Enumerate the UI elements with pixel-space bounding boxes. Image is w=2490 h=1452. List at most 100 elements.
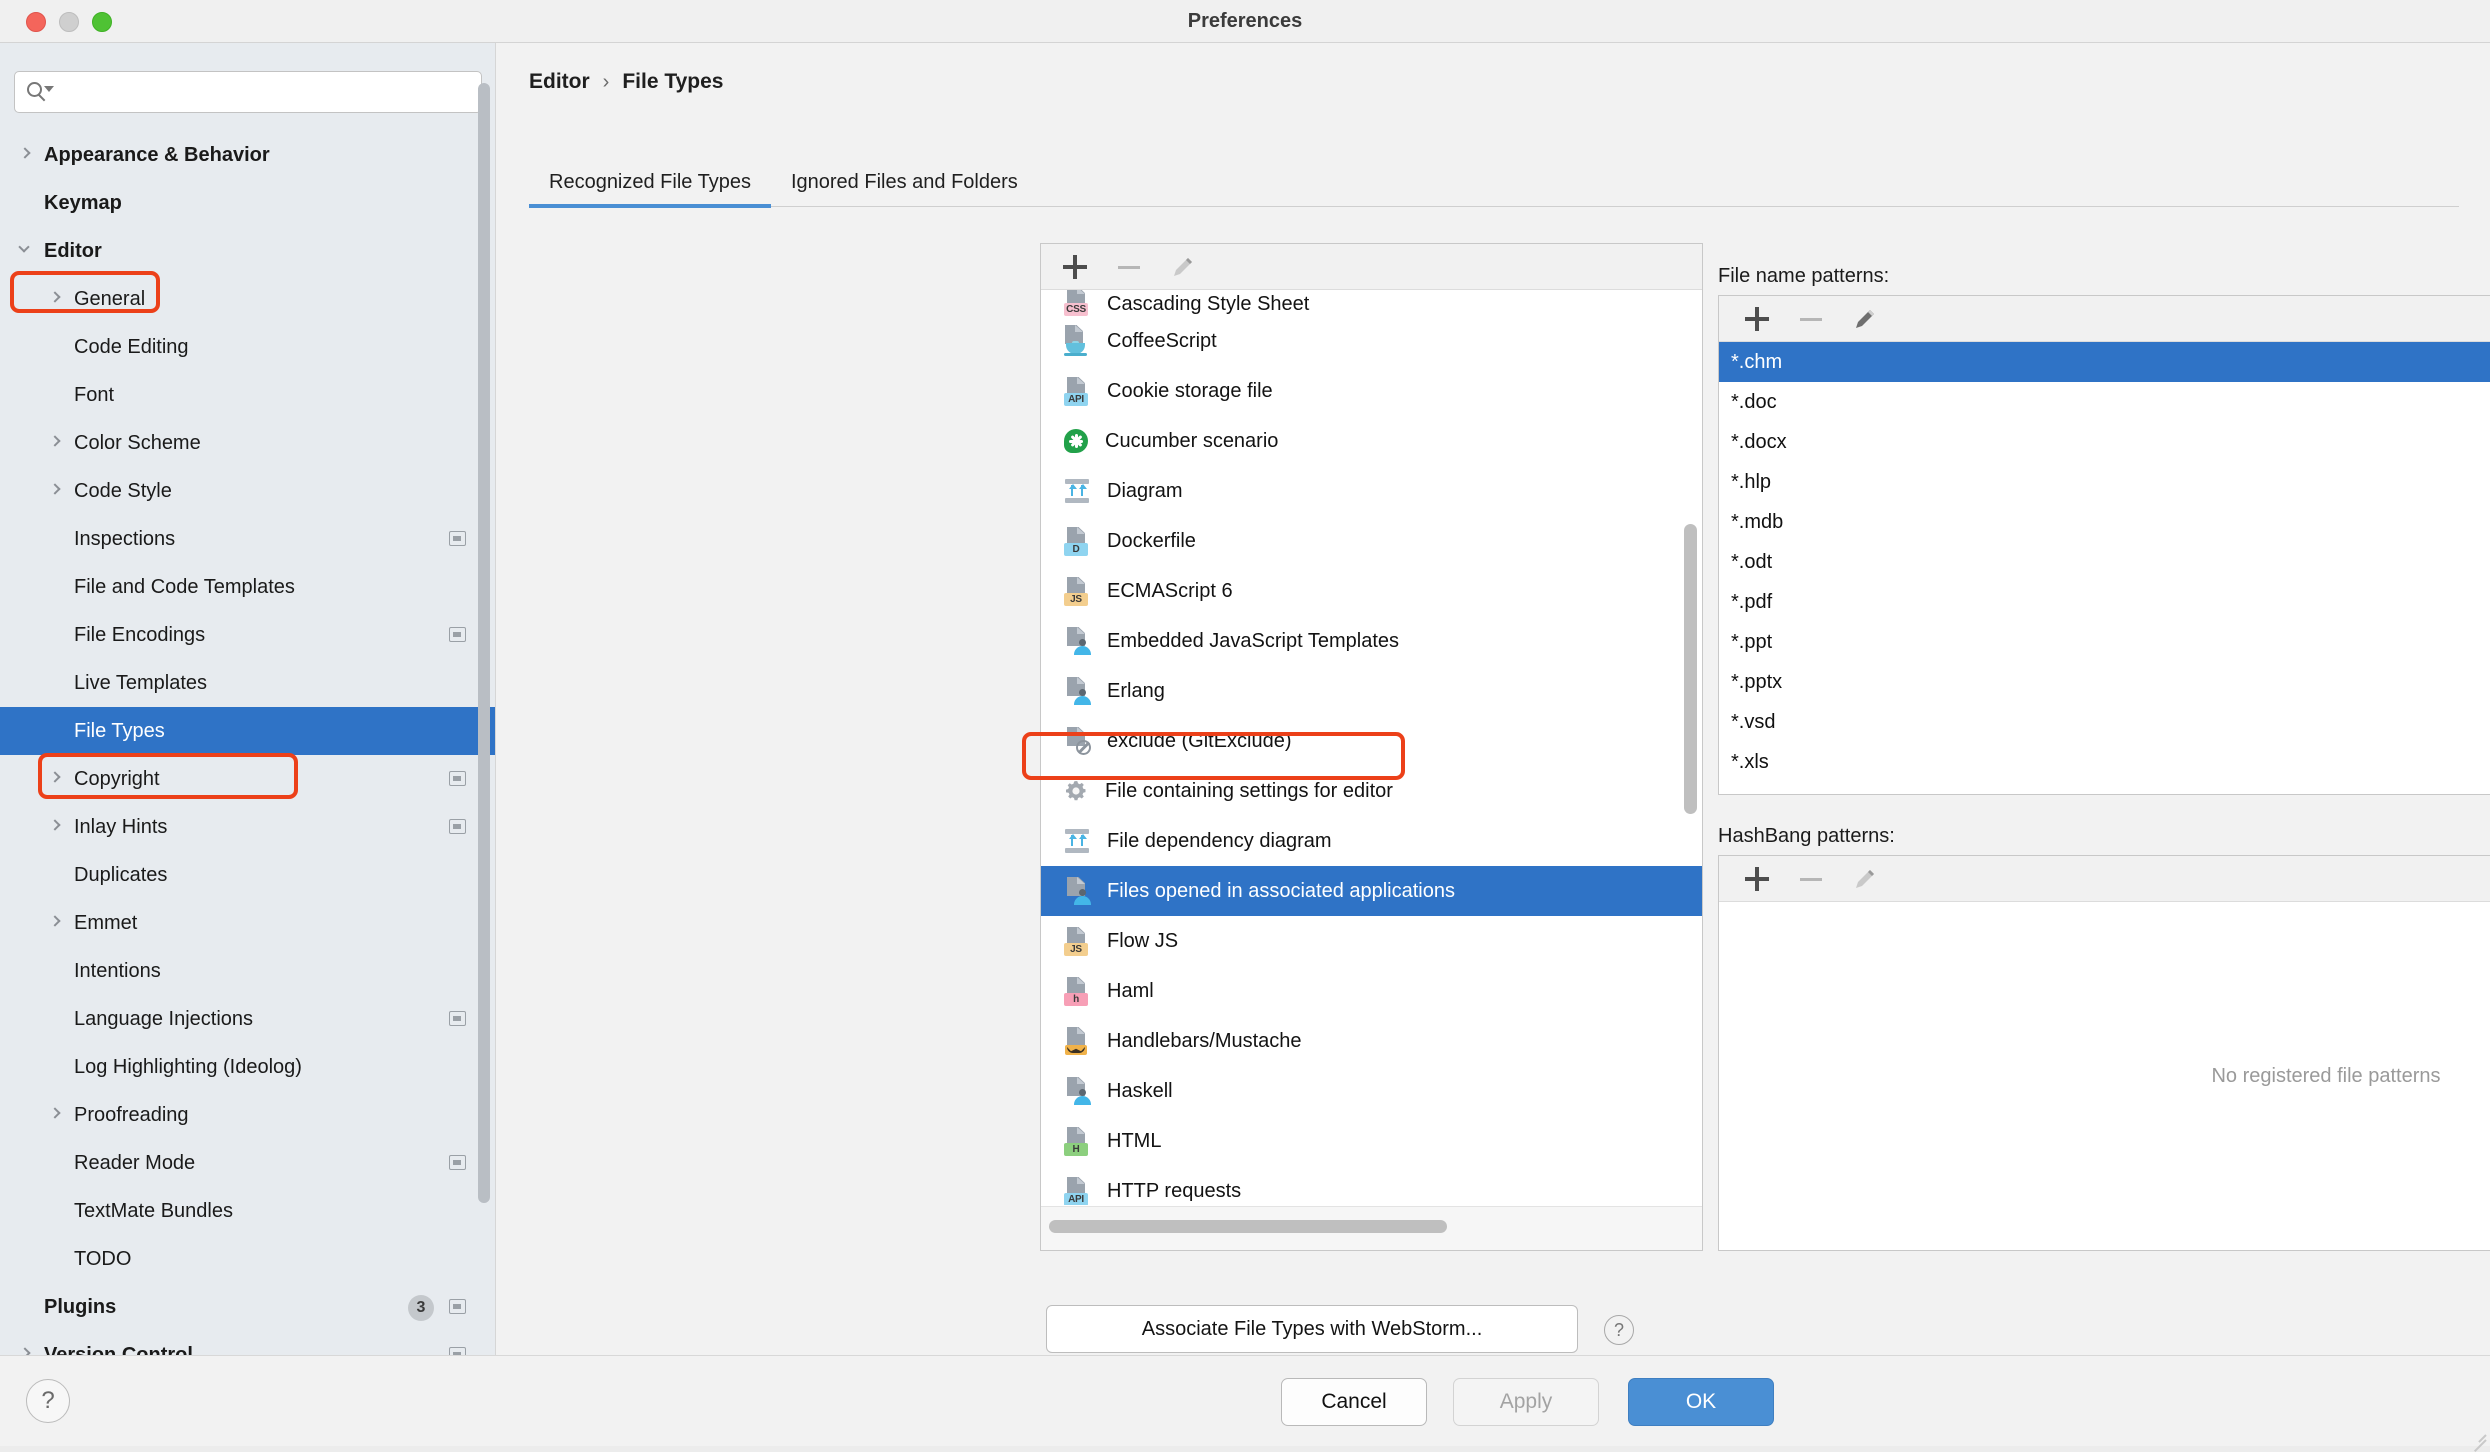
plus-icon[interactable] [1743,305,1771,333]
sidebar-item-textmate-bundles[interactable]: TextMate Bundles [0,1187,495,1235]
plus-icon[interactable] [1061,253,1089,281]
file-type-row[interactable]: API Cookie storage file [1041,366,1702,416]
project-scope-icon [449,1155,466,1170]
file-types-list[interactable]: CSS Cascading Style Sheet CoffeeScript API C… [1041,290,1702,1205]
minus-icon[interactable] [1797,865,1825,893]
sidebar-item-log-highlighting-ideolog[interactable]: Log Highlighting (Ideolog) [0,1043,495,1091]
search-icon [27,82,54,102]
sidebar-item-color-scheme[interactable]: Color Scheme [0,419,495,467]
sidebar-item-appearance-behavior[interactable]: Appearance & Behavior [0,131,495,179]
file-type-row[interactable]: h Haml [1041,966,1702,1016]
file-name-pattern-item[interactable]: *.doc [1719,382,2490,422]
sidebar-item-file-and-code-templates[interactable]: File and Code Templates [0,563,495,611]
chevron-right-icon[interactable] [48,914,66,932]
sidebar-item-proofreading[interactable]: Proofreading [0,1091,495,1139]
tab-ignored-files-and-folders[interactable]: Ignored Files and Folders [771,163,1038,207]
sidebar-item-keymap[interactable]: Keymap [0,179,495,227]
sidebar-item-code-editing[interactable]: Code Editing [0,323,495,371]
sidebar-item-font[interactable]: Font [0,371,495,419]
sidebar-item-file-types[interactable]: File Types [0,707,495,755]
sidebar-item-inlay-hints[interactable]: Inlay Hints [0,803,495,851]
chevron-right-icon[interactable] [48,290,66,308]
file-name-pattern-item[interactable]: *.ppt [1719,622,2490,662]
chevron-down-icon[interactable] [18,241,36,260]
file-type-row[interactable]: File dependency diagram [1041,816,1702,866]
cancel-button[interactable]: Cancel [1281,1378,1427,1426]
chevron-right-icon[interactable] [48,770,66,788]
sidebar-scrollbar-thumb[interactable] [478,83,490,1203]
file-type-row[interactable]: API HTTP requests [1041,1166,1702,1205]
file-name-pattern-item[interactable]: *.vsd [1719,702,2490,742]
file-type-row[interactable]: exclude (GitExclude) [1041,716,1702,766]
file-name-pattern-item[interactable]: *.pdf [1719,582,2490,622]
file-name-pattern-item[interactable]: *.chm [1719,342,2490,382]
sidebar-item-inspections[interactable]: Inspections [0,515,495,563]
file-type-row[interactable]: H HTML [1041,1116,1702,1166]
chevron-right-icon[interactable] [48,1106,66,1124]
sidebar-item-emmet[interactable]: Emmet [0,899,495,947]
file-type-label: Embedded JavaScript Templates [1107,629,1400,652]
chevron-right-icon[interactable] [18,1346,36,1355]
file-types-vertical-scrollbar-thumb[interactable] [1684,524,1697,814]
file-type-row[interactable]: D Dockerfile [1041,516,1702,566]
search-input-box[interactable] [14,71,482,113]
sidebar-item-duplicates[interactable]: Duplicates [0,851,495,899]
sidebar-item-language-injections[interactable]: Language Injections [0,995,495,1043]
sidebar-item-reader-mode[interactable]: Reader Mode [0,1139,495,1187]
sidebar-item-code-style[interactable]: Code Style [0,467,495,515]
minus-icon[interactable] [1797,305,1825,333]
associate-file-types-button[interactable]: Associate File Types with WebStorm... [1046,1305,1578,1353]
chevron-right-icon[interactable] [18,146,36,164]
breadcrumb-parent[interactable]: Editor [529,70,590,94]
chevron-right-icon[interactable] [48,434,66,452]
apply-button[interactable]: Apply [1453,1378,1599,1426]
sidebar-item-copyright[interactable]: Copyright [0,755,495,803]
help-icon[interactable]: ? [1604,1315,1634,1345]
sidebar-item-label: File Types [74,719,165,742]
tab-recognized-file-types[interactable]: Recognized File Types [529,163,771,208]
file-name-pattern-item[interactable]: *.pptx [1719,662,2490,702]
file-name-pattern-item[interactable]: *.mdb [1719,502,2490,542]
sidebar-item-label: File and Code Templates [74,575,295,598]
file-type-row[interactable]: CoffeeScript [1041,316,1702,366]
file-types-horizontal-scrollbar-thumb[interactable] [1049,1220,1447,1233]
file-type-row[interactable]: JS Flow JS [1041,916,1702,966]
file-types-horizontal-scrollbar[interactable] [1041,1206,1702,1250]
file-name-patterns-list[interactable]: *.chm *.doc *.docx *.hlp *.mdb *.odt *.pdf *.pp… [1719,342,2490,794]
file-type-row[interactable]: Haskell [1041,1066,1702,1116]
file-type-row[interactable]: Cucumber scenario [1041,416,1702,466]
sidebar-item-version-control[interactable]: Version Control [0,1331,495,1355]
sidebar-item-file-encodings[interactable]: File Encodings [0,611,495,659]
minus-icon[interactable] [1115,253,1143,281]
chevron-right-icon[interactable] [48,482,66,500]
sidebar-item-general[interactable]: General [0,275,495,323]
file-type-row[interactable]: File containing settings for editor [1041,766,1702,816]
sidebar-item-plugins[interactable]: Plugins 3 [0,1283,495,1331]
search-input[interactable] [55,80,455,104]
sidebar-item-editor[interactable]: Editor [0,227,495,275]
file-name-pattern-item[interactable]: *.xls [1719,742,2490,782]
chevron-right-icon[interactable] [48,818,66,836]
file-type-row[interactable]: JS ECMAScript 6 [1041,566,1702,616]
plus-icon[interactable] [1743,865,1771,893]
sidebar-item-live-templates[interactable]: Live Templates [0,659,495,707]
file-type-row[interactable]: CSS Cascading Style Sheet [1041,290,1702,316]
file-name-pattern-item[interactable]: *.docx [1719,422,2490,462]
help-icon[interactable]: ? [26,1379,70,1423]
file-type-row[interactable]: Diagram [1041,466,1702,516]
pencil-icon[interactable] [1851,865,1879,893]
pencil-icon[interactable] [1169,253,1197,281]
sidebar-item-intentions[interactable]: Intentions [0,947,495,995]
file-type-label: File dependency diagram [1107,829,1332,852]
file-type-row[interactable]: Erlang [1041,666,1702,716]
file-type-row[interactable]: Files opened in associated applications [1041,866,1702,916]
sidebar-item-todo[interactable]: TODO [0,1235,495,1283]
resize-handle-icon[interactable] [2468,1425,2487,1452]
file-type-row[interactable]: Embedded JavaScript Templates [1041,616,1702,666]
file-name-pattern-item[interactable]: *.hlp [1719,462,2490,502]
file-type-label: Dockerfile [1107,529,1196,552]
file-type-row[interactable]: Handlebars/Mustache [1041,1016,1702,1066]
file-name-pattern-item[interactable]: *.odt [1719,542,2490,582]
ok-button[interactable]: OK [1628,1378,1774,1426]
pencil-icon[interactable] [1851,305,1879,333]
